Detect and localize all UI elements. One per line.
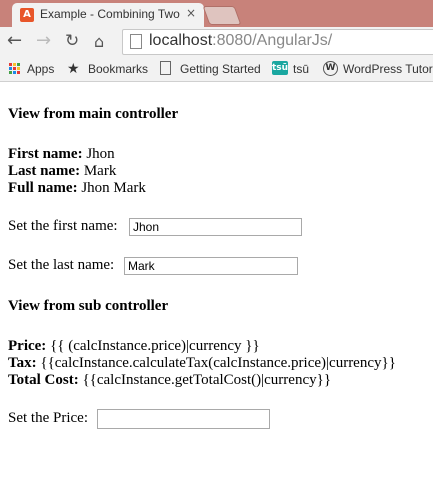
bookmark-apps[interactable]: Apps bbox=[27, 62, 54, 76]
tsu-icon: tsū bbox=[272, 61, 289, 75]
first-name-value: Jhon bbox=[86, 146, 115, 162]
browser-tab[interactable]: A Example - Combining Two × bbox=[12, 3, 204, 27]
first-name-label: First name: bbox=[8, 146, 83, 162]
sub-heading: View from sub controller bbox=[8, 298, 169, 314]
url-host: localhost bbox=[149, 32, 213, 49]
forward-arrow-icon[interactable]: → bbox=[36, 30, 51, 51]
back-arrow-icon[interactable]: ← bbox=[7, 30, 22, 51]
full-name-line: Full name: Jhon Mark bbox=[8, 180, 146, 197]
tax-label: Tax: bbox=[8, 355, 37, 371]
address-bar[interactable]: localhost:8080/AngularJs/ bbox=[122, 29, 433, 55]
tax-value: {{calcInstance.calculateTax(calcInstance… bbox=[40, 355, 396, 371]
title-bar: A Example - Combining Two × bbox=[0, 0, 433, 27]
first-name-input[interactable]: Jhon bbox=[129, 218, 302, 236]
wordpress-icon: W bbox=[323, 61, 338, 76]
new-tab-button[interactable] bbox=[202, 6, 242, 25]
bookmark-getting-started[interactable]: Getting Started bbox=[180, 62, 261, 76]
last-name-input[interactable]: Mark bbox=[124, 257, 298, 275]
url-path: :8080/AngularJs/ bbox=[212, 32, 333, 49]
reload-icon[interactable]: ↻ bbox=[65, 31, 79, 51]
price-input[interactable] bbox=[97, 409, 270, 429]
last-name-line: Last name: Mark bbox=[8, 163, 116, 180]
first-name-line: First name: Jhon bbox=[8, 146, 115, 163]
bookmark-bookmarks[interactable]: Bookmarks bbox=[88, 62, 148, 76]
last-name-label: Last name: bbox=[8, 163, 81, 179]
document-icon bbox=[160, 61, 171, 75]
last-name-value: Mark bbox=[83, 163, 117, 179]
tax-line: Tax: {{calcInstance.calculateTax(calcIns… bbox=[8, 355, 396, 372]
set-price-label: Set the Price: bbox=[8, 410, 88, 426]
total-cost-value: {{calcInstance.getTotalCost()|currency}} bbox=[82, 372, 332, 388]
bookmarks-bar: Apps ★ Bookmarks Getting Started tsū tsū… bbox=[0, 57, 433, 82]
url-text[interactable]: localhost:8080/AngularJs/ bbox=[149, 32, 332, 50]
page-icon bbox=[130, 34, 142, 49]
bookmark-wordpress[interactable]: WordPress Tutori bbox=[343, 62, 433, 76]
main-heading: View from main controller bbox=[8, 106, 179, 122]
price-value: {{ (calcInstance.price)|currency }} bbox=[50, 338, 260, 354]
browser-toolbar: ← → ↻ ⌂ localhost:8080/AngularJs/ bbox=[0, 27, 433, 57]
tab-title: Example - Combining Two bbox=[40, 7, 180, 21]
set-first-name-label: Set the first name: bbox=[8, 218, 118, 234]
apps-grid-icon[interactable] bbox=[9, 63, 21, 75]
favicon-icon: A bbox=[20, 8, 34, 22]
total-cost-label: Total Cost: bbox=[8, 372, 79, 388]
full-name-value: Jhon Mark bbox=[81, 180, 146, 196]
close-tab-icon[interactable]: × bbox=[186, 6, 196, 20]
home-icon[interactable]: ⌂ bbox=[94, 32, 104, 51]
star-icon: ★ bbox=[67, 60, 80, 76]
price-line: Price: {{ (calcInstance.price)|currency … bbox=[8, 338, 260, 355]
set-last-name-label: Set the last name: bbox=[8, 257, 115, 273]
total-cost-line: Total Cost: {{calcInstance.getTotalCost(… bbox=[8, 372, 331, 389]
full-name-label: Full name: bbox=[8, 180, 78, 196]
price-label: Price: bbox=[8, 338, 47, 354]
bookmark-tsu[interactable]: tsū bbox=[293, 62, 309, 76]
